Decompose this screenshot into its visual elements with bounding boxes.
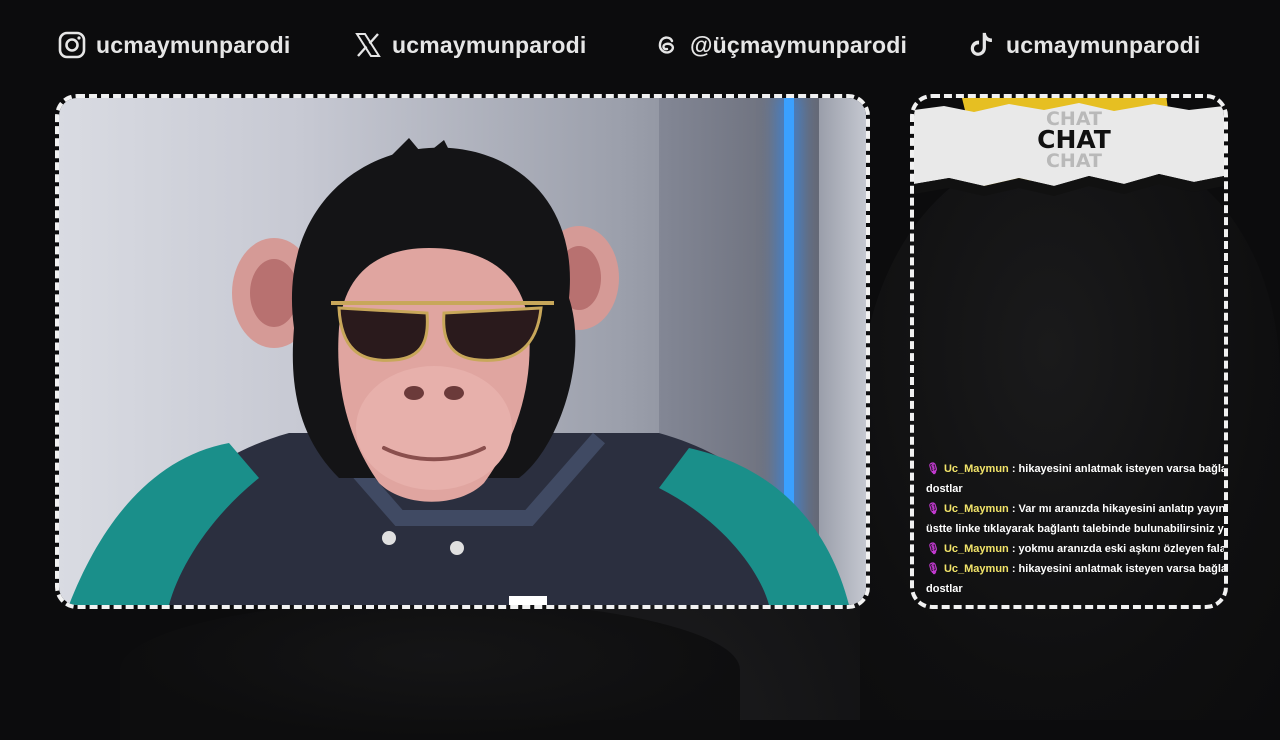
chat-text-continued: dostlar — [926, 583, 963, 595]
microphone-icon: 🎙 — [926, 563, 940, 575]
chat-header-banner: CHAT CHAT CHAT — [914, 98, 1224, 198]
x-icon — [354, 31, 382, 59]
chat-text-continued: üstte linke tıklayarak bağlantı talebind… — [926, 523, 1224, 535]
monkey-character-image — [69, 138, 849, 605]
chat-message-list: 🎙 Uc_Maymun : hikayesini anlatmak isteyen… — [926, 459, 1228, 599]
chat-title-ghost-bottom: CHAT — [1045, 150, 1103, 172]
tiktok-icon — [968, 31, 996, 59]
background-ape-silhouette — [120, 600, 740, 740]
social-threads[interactable]: @üçmaymunparodi — [652, 27, 907, 63]
chat-text: Var mı aranızda hikayesini anlatıp yayın… — [1018, 503, 1228, 515]
microphone-icon: 🎙 — [926, 463, 940, 475]
social-x[interactable]: ucmaymunparodi — [354, 27, 587, 63]
chat-username: Uc_Maymun — [943, 563, 1009, 575]
chat-text: hikayesini anlatmak isteyen varsa bağlan… — [1018, 563, 1228, 575]
chat-text: hikayesini anlatmak isteyen varsa bağlan… — [1018, 463, 1228, 475]
chat-panel: CHAT CHAT CHAT 🎙 Uc_Maymun : hikayesini a… — [910, 94, 1228, 609]
microphone-icon: 🎙 — [926, 503, 940, 515]
chat-message: 🎙 Uc_Maymun : hikayesini anlatmak isteyen… — [926, 459, 1228, 499]
x-handle: ucmaymunparodi — [392, 31, 587, 58]
chat-message: 🎙 Uc_Maymun : yokmu aranızda eski aşkını … — [926, 539, 1226, 559]
instagram-handle: ucmaymunparodi — [96, 31, 291, 58]
chat-text: yokmu aranızda eski aşkını özleyen falan… — [1018, 543, 1226, 555]
instagram-icon — [58, 31, 86, 59]
chat-message: 🎙 Uc_Maymun : hikayesini anlatmak isteyen… — [926, 559, 1228, 599]
video-scene — [59, 98, 866, 605]
threads-handle: @üçmaymunparodi — [690, 31, 908, 58]
chat-title: CHAT — [1037, 125, 1111, 154]
chat-text-continued: dostlar — [926, 483, 963, 495]
social-instagram[interactable]: ucmaymunparodi — [58, 27, 291, 63]
stream-video[interactable] — [55, 94, 870, 609]
chat-username: Uc_Maymun — [943, 543, 1009, 555]
tiktok-handle: ucmaymunparodi — [1006, 31, 1201, 58]
threads-icon — [652, 31, 680, 59]
social-bar: ucmaymunparodi ucmaymunparodi @üçmaymunp… — [58, 27, 1220, 63]
microphone-icon: 🎙 — [926, 543, 940, 555]
chat-message: 🎙 Uc_Maymun : Var mı aranızda hikayesini … — [926, 499, 1228, 539]
chat-username: Uc_Maymun — [943, 463, 1009, 475]
social-tiktok[interactable]: ucmaymunparodi — [968, 27, 1201, 63]
chat-username: Uc_Maymun — [943, 503, 1009, 515]
